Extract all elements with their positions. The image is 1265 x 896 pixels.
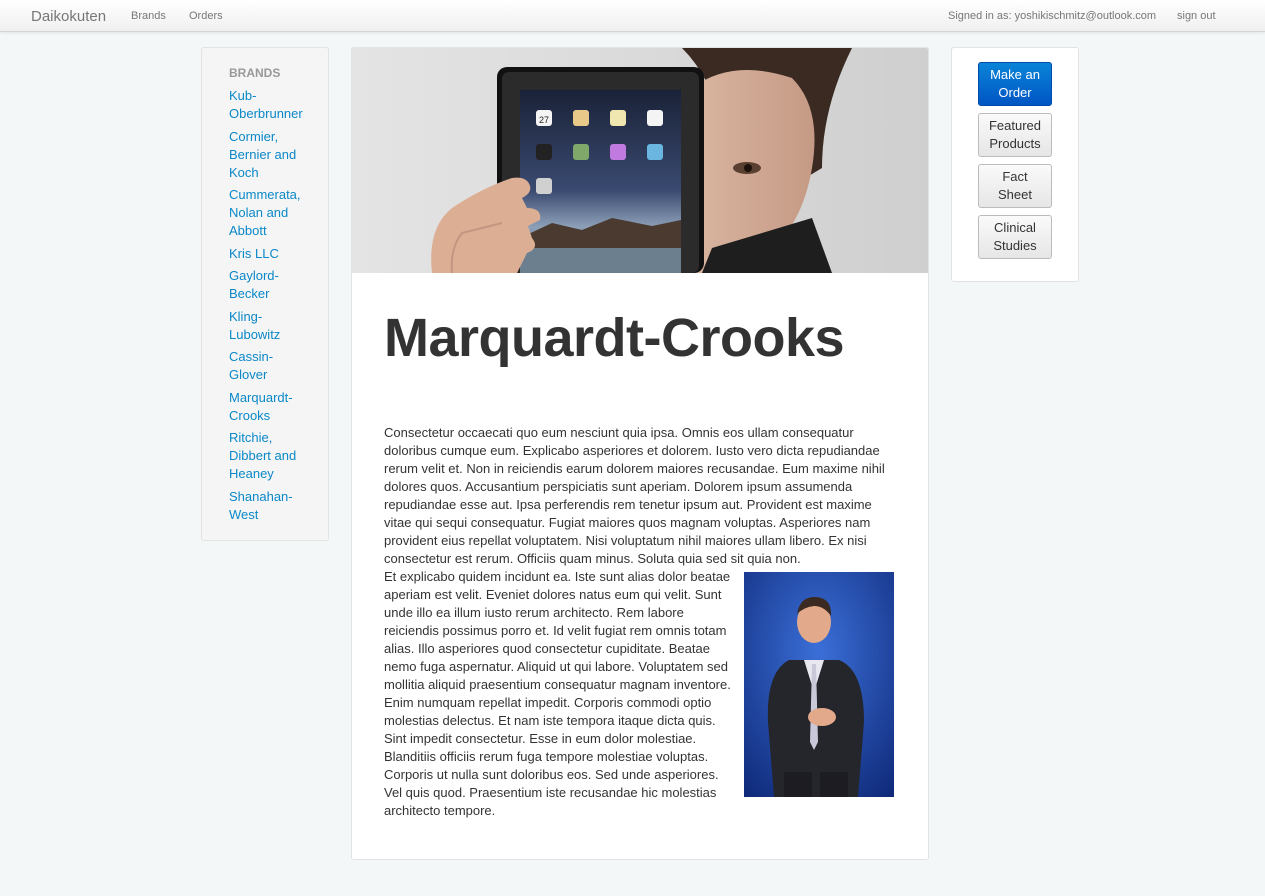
sidebar-item-marquardt-crooks[interactable]: Marquardt-Crooks (229, 389, 309, 425)
sidebar-item-kling-lubowitz[interactable]: Kling-Lubowitz (229, 308, 309, 344)
hero-image: 27 (352, 48, 928, 273)
sidebar-item-cassin-glover[interactable]: Cassin-Glover (229, 348, 309, 384)
top-navbar: Daikokuten Brands Orders Signed in as: y… (0, 0, 1265, 32)
brand-description: Consectetur occaecati quo eum nesciunt q… (384, 424, 894, 820)
make-order-button[interactable]: Make an Order (978, 62, 1052, 106)
signed-in-text: Signed in as: yoshikischmitz@outlook.com (948, 10, 1157, 22)
sidebar-item-gaylord-becker[interactable]: Gaylord-Becker (229, 267, 309, 303)
featured-products-button[interactable]: Featured Products (978, 113, 1052, 157)
app-brand-link[interactable]: Daikokuten (31, 8, 106, 25)
sidebar-header: BRANDS (229, 66, 281, 80)
page-title: Marquardt-Crooks (384, 308, 845, 368)
nav-brands-link[interactable]: Brands (131, 10, 166, 22)
actions-panel: Make an Order Featured Products Fact She… (951, 47, 1079, 282)
brands-sidebar: BRANDS Kub-Oberbrunner Cormier, Bernier … (201, 47, 329, 541)
sidebar-item-kris-llc[interactable]: Kris LLC (229, 245, 309, 263)
tablet-calendar-date: 27 (539, 115, 549, 125)
sign-out-link[interactable]: sign out (1177, 10, 1216, 22)
sidebar-item-cummerata-nolan-abbott[interactable]: Cummerata, Nolan and Abbott (229, 186, 309, 240)
brands-list: Kub-Oberbrunner Cormier, Bernier and Koc… (229, 87, 309, 524)
sidebar-item-ritchie-dibbert-heaney[interactable]: Ritchie, Dibbert and Heaney (229, 429, 309, 483)
brand-detail-panel: 27 Marquardt-Crooks Consectetur occaecat… (351, 47, 929, 860)
sidebar-item-cormier-bernier-koch[interactable]: Cormier, Bernier and Koch (229, 128, 309, 182)
person-photo (744, 572, 894, 797)
description-paragraph-1: Consectetur occaecati quo eum nesciunt q… (384, 425, 885, 566)
sidebar-item-kub-oberbrunner[interactable]: Kub-Oberbrunner (229, 87, 309, 123)
sidebar-item-shanahan-west[interactable]: Shanahan-West (229, 488, 309, 524)
fact-sheet-button[interactable]: Fact Sheet (978, 164, 1052, 208)
nav-orders-link[interactable]: Orders (189, 10, 223, 22)
clinical-studies-button[interactable]: Clinical Studies (978, 215, 1052, 259)
